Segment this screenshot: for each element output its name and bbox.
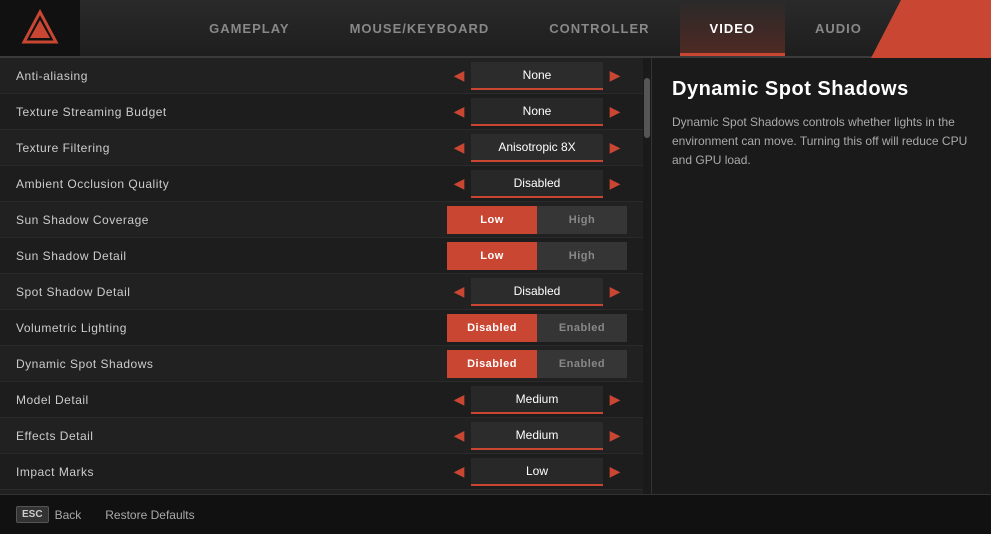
- impact-marks-control: ◀ Low ▶: [447, 458, 627, 486]
- tab-mouse-keyboard[interactable]: MOUSE/KEYBOARD: [320, 0, 520, 56]
- ragdolls-right-btn[interactable]: ▶: [603, 494, 627, 495]
- anti-aliasing-control: ◀ None ▶: [447, 62, 627, 90]
- texture-streaming-left-btn[interactable]: ◀: [447, 98, 471, 126]
- sun-shadow-detail-high-btn[interactable]: High: [537, 242, 627, 270]
- restore-defaults-button[interactable]: Restore Defaults: [105, 508, 194, 522]
- settings-panel[interactable]: Anti-aliasing ◀ None ▶ Texture Streaming…: [0, 58, 643, 494]
- effects-detail-label: Effects Detail: [16, 429, 447, 443]
- spot-shadow-detail-control: ◀ Disabled ▶: [447, 278, 627, 306]
- volumetric-lighting-label: Volumetric Lighting: [16, 321, 447, 335]
- volumetric-lighting-control: Disabled Enabled: [447, 314, 627, 342]
- volumetric-lighting-enabled-btn[interactable]: Enabled: [537, 314, 627, 342]
- scrollbar-track[interactable]: [643, 58, 651, 494]
- texture-streaming-label: Texture Streaming Budget: [16, 105, 447, 119]
- spot-shadow-detail-right-btn[interactable]: ▶: [603, 278, 627, 306]
- sun-shadow-detail-label: Sun Shadow Detail: [16, 249, 447, 263]
- ragdolls-left-btn[interactable]: ◀: [447, 494, 471, 495]
- ragdolls-value: Low: [471, 494, 603, 495]
- texture-streaming-value: None: [471, 98, 603, 126]
- sun-shadow-coverage-low-btn[interactable]: Low: [447, 206, 537, 234]
- tab-video[interactable]: VIDEO: [680, 0, 785, 56]
- impact-marks-left-btn[interactable]: ◀: [447, 458, 471, 486]
- effects-detail-right-btn[interactable]: ▶: [603, 422, 627, 450]
- model-detail-right-btn[interactable]: ▶: [603, 386, 627, 414]
- ambient-occlusion-left-btn[interactable]: ◀: [447, 170, 471, 198]
- esc-key-badge: ESC: [16, 506, 49, 523]
- sun-shadow-coverage-label: Sun Shadow Coverage: [16, 213, 447, 227]
- logo-area: [0, 0, 80, 56]
- anti-aliasing-value: None: [471, 62, 603, 90]
- setting-row-ragdolls: Ragdolls ◀ Low ▶: [0, 490, 643, 494]
- nav-tabs: GAMEPLAY MOUSE/KEYBOARD CONTROLLER VIDEO…: [80, 0, 991, 56]
- effects-detail-left-btn[interactable]: ◀: [447, 422, 471, 450]
- texture-streaming-right-btn[interactable]: ▶: [603, 98, 627, 126]
- tab-gameplay[interactable]: GAMEPLAY: [179, 0, 319, 56]
- back-button[interactable]: Back: [55, 508, 82, 522]
- setting-row-volumetric-lighting: Volumetric Lighting Disabled Enabled: [0, 310, 643, 346]
- sun-shadow-coverage-high-btn[interactable]: High: [537, 206, 627, 234]
- sun-shadow-detail-low-btn[interactable]: Low: [447, 242, 537, 270]
- back-group: ESC Back: [16, 506, 81, 523]
- model-detail-control: ◀ Medium ▶: [447, 386, 627, 414]
- texture-streaming-control: ◀ None ▶: [447, 98, 627, 126]
- tab-audio[interactable]: AUDIO: [785, 0, 892, 56]
- ambient-occlusion-label: Ambient Occlusion Quality: [16, 177, 447, 191]
- anti-aliasing-label: Anti-aliasing: [16, 69, 447, 83]
- setting-row-sun-shadow-detail: Sun Shadow Detail Low High: [0, 238, 643, 274]
- info-panel-description: Dynamic Spot Shadows controls whether li…: [672, 113, 971, 171]
- spot-shadow-detail-left-btn[interactable]: ◀: [447, 278, 471, 306]
- info-panel-title: Dynamic Spot Shadows: [672, 78, 971, 101]
- setting-row-dynamic-spot-shadows: Dynamic Spot Shadows Disabled Enabled: [0, 346, 643, 382]
- impact-marks-right-btn[interactable]: ▶: [603, 458, 627, 486]
- setting-row-texture-streaming: Texture Streaming Budget ◀ None ▶: [0, 94, 643, 130]
- anti-aliasing-right-btn[interactable]: ▶: [603, 62, 627, 90]
- dynamic-spot-shadows-control: Disabled Enabled: [447, 350, 627, 378]
- setting-row-impact-marks: Impact Marks ◀ Low ▶: [0, 454, 643, 490]
- sun-shadow-detail-control: Low High: [447, 242, 627, 270]
- texture-filtering-value: Anisotropic 8X: [471, 134, 603, 162]
- spot-shadow-detail-value: Disabled: [471, 278, 603, 306]
- setting-row-model-detail: Model Detail ◀ Medium ▶: [0, 382, 643, 418]
- ragdolls-control: ◀ Low ▶: [447, 494, 627, 495]
- volumetric-lighting-disabled-btn[interactable]: Disabled: [447, 314, 537, 342]
- setting-row-ambient-occlusion: Ambient Occlusion Quality ◀ Disabled ▶: [0, 166, 643, 202]
- texture-filtering-left-btn[interactable]: ◀: [447, 134, 471, 162]
- dynamic-spot-shadows-label: Dynamic Spot Shadows: [16, 357, 447, 371]
- apex-logo-icon: [20, 8, 60, 48]
- setting-row-effects-detail: Effects Detail ◀ Medium ▶: [0, 418, 643, 454]
- ambient-occlusion-control: ◀ Disabled ▶: [447, 170, 627, 198]
- spot-shadow-detail-label: Spot Shadow Detail: [16, 285, 447, 299]
- dynamic-spot-shadows-enabled-btn[interactable]: Enabled: [537, 350, 627, 378]
- impact-marks-label: Impact Marks: [16, 465, 447, 479]
- anti-aliasing-left-btn[interactable]: ◀: [447, 62, 471, 90]
- model-detail-value: Medium: [471, 386, 603, 414]
- ambient-occlusion-right-btn[interactable]: ▶: [603, 170, 627, 198]
- dynamic-spot-shadows-disabled-btn[interactable]: Disabled: [447, 350, 537, 378]
- texture-filtering-control: ◀ Anisotropic 8X ▶: [447, 134, 627, 162]
- top-navigation: GAMEPLAY MOUSE/KEYBOARD CONTROLLER VIDEO…: [0, 0, 991, 58]
- model-detail-label: Model Detail: [16, 393, 447, 407]
- ambient-occlusion-value: Disabled: [471, 170, 603, 198]
- bottom-bar: ESC Back Restore Defaults: [0, 494, 991, 534]
- setting-row-anti-aliasing: Anti-aliasing ◀ None ▶: [0, 58, 643, 94]
- effects-detail-value: Medium: [471, 422, 603, 450]
- setting-row-sun-shadow-coverage: Sun Shadow Coverage Low High: [0, 202, 643, 238]
- texture-filtering-right-btn[interactable]: ▶: [603, 134, 627, 162]
- impact-marks-value: Low: [471, 458, 603, 486]
- setting-row-texture-filtering: Texture Filtering ◀ Anisotropic 8X ▶: [0, 130, 643, 166]
- main-content: Anti-aliasing ◀ None ▶ Texture Streaming…: [0, 58, 991, 494]
- effects-detail-control: ◀ Medium ▶: [447, 422, 627, 450]
- info-panel: Dynamic Spot Shadows Dynamic Spot Shadow…: [651, 58, 991, 494]
- sun-shadow-coverage-control: Low High: [447, 206, 627, 234]
- tab-controller[interactable]: CONTROLLER: [519, 0, 679, 56]
- model-detail-left-btn[interactable]: ◀: [447, 386, 471, 414]
- setting-row-spot-shadow-detail: Spot Shadow Detail ◀ Disabled ▶: [0, 274, 643, 310]
- scrollbar-thumb[interactable]: [644, 78, 650, 138]
- texture-filtering-label: Texture Filtering: [16, 141, 447, 155]
